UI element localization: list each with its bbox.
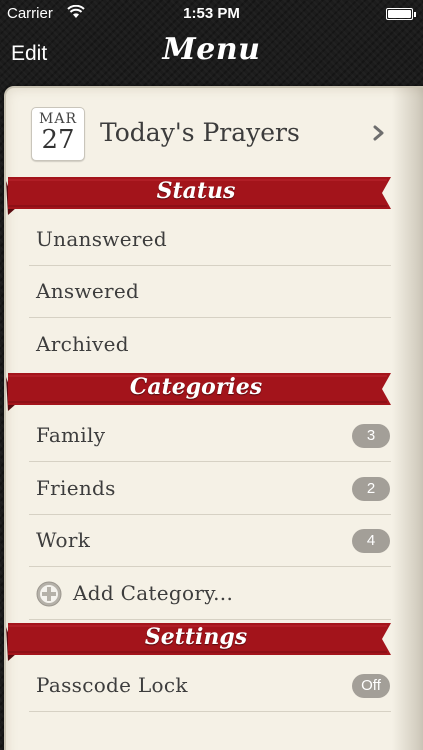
navigation-bar: Edit Menu (0, 28, 423, 84)
status-section-header: Status (6, 175, 401, 215)
calendar-date-icon: MAR 27 (31, 107, 85, 161)
list-item-label: Work (36, 528, 91, 552)
settings-item-passcode-lock[interactable]: Passcode Lock Off (29, 660, 391, 712)
todays-prayers-row[interactable]: MAR 27 Today's Prayers (6, 88, 406, 172)
menu-panel: MAR 27 Today's Prayers Status Unanswered… (4, 86, 423, 750)
category-item-work[interactable]: Work 4 (29, 515, 391, 567)
list-item-label: Answered (36, 279, 140, 303)
list-item-label: Friends (36, 476, 116, 500)
nav-title: Menu (162, 32, 261, 67)
count-badge: 2 (352, 477, 390, 501)
add-circle-icon (36, 581, 62, 607)
battery-icon (386, 8, 416, 20)
settings-item-next[interactable] (29, 713, 391, 750)
status-section-title: Status (156, 178, 236, 204)
passcode-lock-toggle[interactable]: Off (352, 674, 390, 698)
count-badge: 3 (352, 424, 390, 448)
categories-section-header: Categories (6, 371, 401, 411)
list-item-label: Family (36, 423, 106, 447)
categories-section-title: Categories (129, 374, 263, 400)
chevron-right-icon (373, 125, 384, 141)
status-bar: Carrier 1:53 PM (0, 0, 423, 28)
category-item-family[interactable]: Family 3 (29, 410, 391, 462)
edit-button[interactable]: Edit (11, 42, 47, 66)
todays-prayers-label: Today's Prayers (100, 118, 300, 147)
settings-section-title: Settings (144, 624, 248, 650)
status-time: 1:53 PM (183, 5, 240, 22)
category-item-friends[interactable]: Friends 2 (29, 463, 391, 515)
status-item-archived[interactable]: Archived (29, 319, 391, 371)
status-item-answered[interactable]: Answered (29, 266, 391, 318)
add-category-button[interactable]: Add Category... (29, 568, 391, 620)
status-item-unanswered[interactable]: Unanswered (29, 214, 391, 266)
date-day: 27 (41, 125, 75, 155)
count-badge: 4 (352, 529, 390, 553)
list-item-label: Passcode Lock (36, 673, 188, 697)
settings-section-header: Settings (6, 621, 401, 661)
add-category-label: Add Category... (73, 581, 234, 605)
list-item-label: Unanswered (36, 227, 167, 251)
list-item-label: Archived (36, 332, 129, 356)
